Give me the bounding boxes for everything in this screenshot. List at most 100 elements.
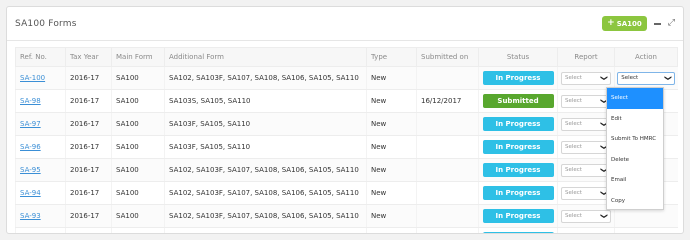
cell-action: Select❯ bbox=[614, 227, 678, 233]
cell-additional-form-text: SA102, SA103F, SA107, SA108, SA106, SA10… bbox=[169, 166, 359, 174]
ref-link[interactable]: SA-93 bbox=[20, 212, 41, 220]
status-button[interactable]: In Progress bbox=[482, 117, 554, 131]
status-button[interactable]: In Progress bbox=[482, 232, 554, 233]
ref-link[interactable]: SA-96 bbox=[20, 143, 41, 151]
status-button[interactable]: In Progress bbox=[482, 186, 554, 200]
header-additional-form[interactable]: Additional Form bbox=[164, 47, 367, 67]
report-select-value: Select bbox=[565, 121, 582, 127]
cell-main-form-text: SA100 bbox=[116, 166, 139, 174]
cell-status: In Progress bbox=[478, 227, 558, 233]
ref-link[interactable]: SA-98 bbox=[20, 97, 41, 105]
dropdown-option[interactable]: Submit To HMRC bbox=[607, 129, 663, 150]
cell-submitted-on bbox=[416, 158, 479, 182]
status-button[interactable]: In Progress bbox=[482, 71, 554, 85]
dropdown-option[interactable]: Select bbox=[607, 88, 663, 109]
report-select[interactable]: Select❯ bbox=[561, 163, 611, 177]
cell-ref: SA-96 bbox=[15, 135, 66, 159]
cell-submitted-on bbox=[416, 227, 479, 233]
ref-link[interactable]: SA-100 bbox=[20, 74, 45, 82]
cell-main-form: SA100 bbox=[111, 227, 165, 233]
cell-tax-year-text: 2016-17 bbox=[70, 189, 100, 197]
sa100-forms-panel: SA100 Forms + SA100 ⤢ Ref. No. Tax Year … bbox=[6, 6, 684, 234]
cell-ref: SA-100 bbox=[15, 66, 66, 90]
dropdown-option[interactable]: Delete bbox=[607, 150, 663, 171]
cell-type: New bbox=[366, 181, 417, 205]
cell-type: New bbox=[366, 204, 417, 228]
cell-tax-year: 2016-17 bbox=[65, 227, 112, 233]
cell-ref: SA-93 bbox=[15, 204, 66, 228]
report-select[interactable]: Select❯ bbox=[561, 117, 611, 131]
status-button[interactable]: In Progress bbox=[482, 209, 554, 223]
cell-tax-year: 2016-17 bbox=[65, 89, 112, 113]
cell-additional-form-text: SA102, SA103F, SA107, SA108, SA106, SA10… bbox=[169, 74, 359, 82]
cell-submitted-on bbox=[416, 181, 479, 205]
header-tax-year[interactable]: Tax Year bbox=[65, 47, 112, 67]
cell-status: In Progress bbox=[478, 158, 558, 182]
cell-tax-year: 2016-17 bbox=[65, 181, 112, 205]
cell-additional-form: SA103F, SA105, SA106, SA110 bbox=[164, 227, 367, 233]
ref-link[interactable]: SA-95 bbox=[20, 166, 41, 174]
cell-tax-year: 2016-17 bbox=[65, 204, 112, 228]
cell-type: New bbox=[366, 112, 417, 136]
cell-status: In Progress bbox=[478, 112, 558, 136]
dropdown-option[interactable]: Copy bbox=[607, 191, 663, 212]
report-select[interactable]: Select ❯ bbox=[561, 71, 611, 85]
ref-link[interactable]: SA-97 bbox=[20, 120, 41, 128]
cell-additional-form-text: SA103F, SA105, SA110 bbox=[169, 143, 251, 151]
action-select[interactable]: Select❯ bbox=[617, 71, 676, 85]
cell-main-form: SA100 bbox=[111, 89, 165, 113]
header-submitted-on[interactable]: Submitted on bbox=[416, 47, 479, 67]
status-button[interactable]: Submitted bbox=[482, 94, 554, 108]
header-main-form[interactable]: Main Form bbox=[111, 47, 165, 67]
report-select-value: Select bbox=[565, 144, 582, 150]
cell-status: In Progress bbox=[478, 181, 558, 205]
report-select[interactable]: Select❯ bbox=[561, 94, 611, 108]
header-report[interactable]: Report bbox=[557, 47, 615, 67]
expand-icon[interactable]: ⤢ bbox=[668, 19, 675, 28]
cell-tax-year: 2016-17 bbox=[65, 135, 112, 159]
add-sa100-button[interactable]: + SA100 bbox=[602, 16, 647, 31]
dropdown-option[interactable]: Edit bbox=[607, 109, 663, 130]
cell-type-text: New bbox=[371, 120, 387, 128]
action-select[interactable]: Select❯ bbox=[617, 232, 676, 233]
header-type[interactable]: Type bbox=[366, 47, 417, 67]
cell-main-form: SA100 bbox=[111, 112, 165, 136]
cell-ref: SA-95 bbox=[15, 158, 66, 182]
plus-icon: + bbox=[607, 18, 615, 28]
cell-additional-form: SA102, SA103F, SA107, SA108, SA106, SA10… bbox=[164, 158, 367, 182]
cell-main-form-text: SA100 bbox=[116, 189, 139, 197]
report-select-value: Select bbox=[565, 167, 582, 173]
cell-main-form-text: SA100 bbox=[116, 74, 139, 82]
status-button[interactable]: In Progress bbox=[482, 140, 554, 154]
cell-main-form-text: SA100 bbox=[116, 143, 139, 151]
cell-submitted-on bbox=[416, 112, 479, 136]
chevron-down-icon: ❯ bbox=[664, 75, 673, 81]
cell-status: In Progress bbox=[478, 66, 558, 90]
header-ref[interactable]: Ref. No. bbox=[15, 47, 66, 67]
ref-link[interactable]: SA-94 bbox=[20, 189, 41, 197]
cell-status: Submitted bbox=[478, 89, 558, 113]
cell-type: New bbox=[366, 66, 417, 90]
report-select[interactable]: Select❯ bbox=[561, 186, 611, 200]
header-action[interactable]: Action bbox=[614, 47, 678, 67]
report-select[interactable]: Select❯ bbox=[561, 140, 611, 154]
report-select[interactable]: Select❯ bbox=[561, 209, 611, 223]
header-status[interactable]: Status bbox=[478, 47, 558, 67]
cell-type-text: New bbox=[371, 166, 387, 174]
action-dropdown-menu: Select Edit Submit To HMRC Delete Email Copy bbox=[606, 87, 664, 210]
chevron-down-icon: ❯ bbox=[600, 75, 609, 81]
report-select-value: Select bbox=[565, 75, 582, 81]
cell-tax-year-text: 2016-17 bbox=[70, 120, 100, 128]
minimize-icon[interactable] bbox=[653, 22, 661, 25]
panel-header: SA100 Forms + SA100 ⤢ bbox=[7, 7, 683, 41]
status-button[interactable]: In Progress bbox=[482, 163, 554, 177]
panel-title: SA100 Forms bbox=[15, 18, 77, 29]
table-row: SA-93 2016-17 SA100 SA102, SA103F, SA107, S… bbox=[15, 204, 678, 228]
report-select-value: Select bbox=[565, 190, 582, 196]
cell-ref: SA-97 bbox=[15, 112, 66, 136]
forms-table: Ref. No. Tax Year Main Form Additional F… bbox=[15, 47, 678, 233]
report-select[interactable]: Select❯ bbox=[561, 232, 611, 233]
cell-main-form-text: SA100 bbox=[116, 120, 139, 128]
dropdown-option[interactable]: Email bbox=[607, 170, 663, 191]
report-select-value: Select bbox=[565, 213, 582, 219]
